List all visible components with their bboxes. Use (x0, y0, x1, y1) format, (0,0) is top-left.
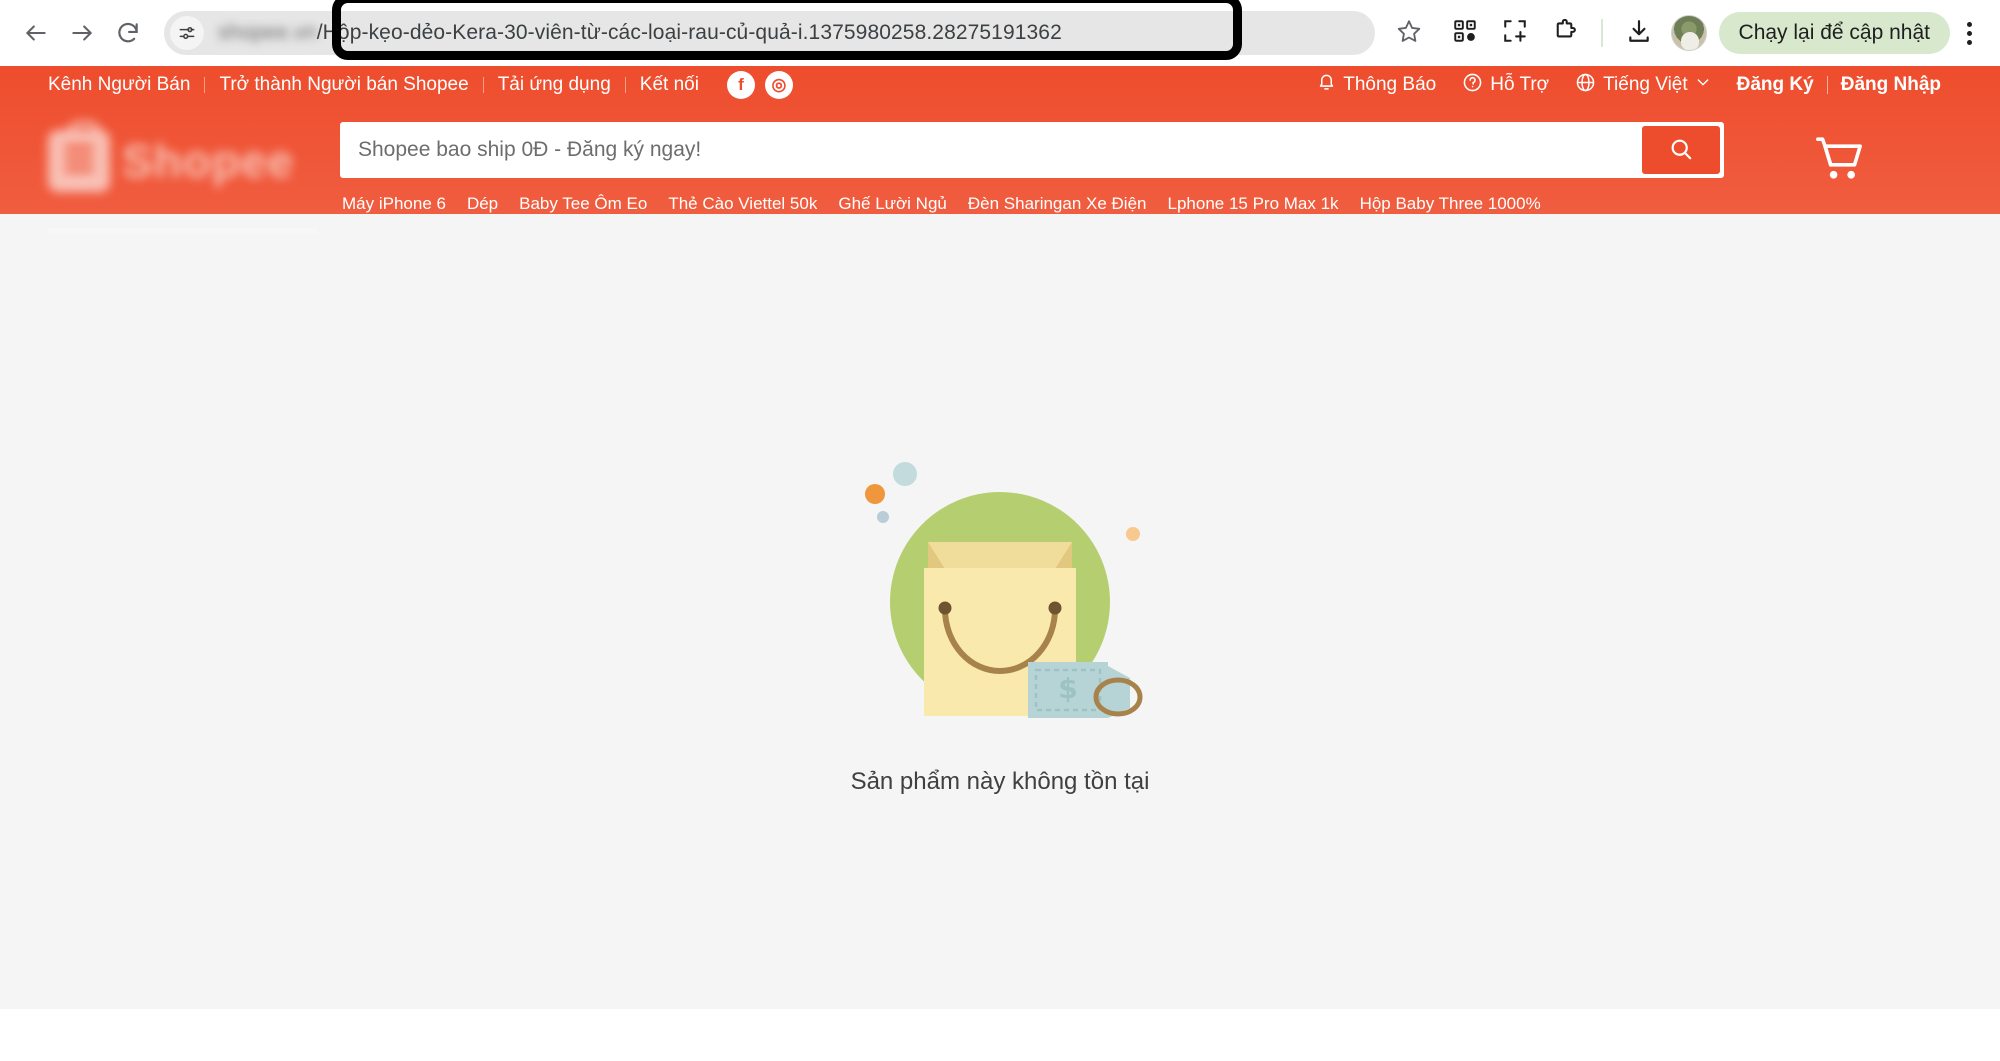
address-bar[interactable]: shopee.vn /Hộp-kẹo-dẻo-Kera-30-viên-từ-c… (164, 11, 1375, 55)
download-icon (1626, 18, 1652, 49)
top-nav-left-group: Kênh Người Bán Trở thành Người bán Shope… (48, 71, 793, 99)
shopee-header: Kênh Người Bán Trở thành Người bán Shope… (0, 66, 2000, 234)
downloads-button[interactable] (1615, 9, 1663, 57)
back-button[interactable] (14, 11, 58, 55)
search-icon (1668, 136, 1694, 165)
puzzle-piece-icon (1552, 18, 1578, 49)
instagram-icon[interactable]: ◎ (764, 71, 793, 99)
avatar[interactable] (1670, 15, 1707, 51)
empty-shopping-bag-illustration: $ (850, 444, 1150, 744)
dot (1966, 39, 1972, 45)
url-domain-blurred: shopee.vn (218, 21, 317, 44)
keyword-item[interactable]: Máy iPhone 6 (342, 194, 446, 214)
three-dot-menu-icon[interactable] (1952, 11, 1986, 55)
relaunch-update-label: Chạy lại để cập nhật (1738, 21, 1930, 44)
language-selector[interactable]: Tiếng Việt (1562, 72, 1724, 99)
arrow-left-icon (23, 20, 49, 46)
logo-loading-bar (48, 228, 318, 234)
qr-code-button[interactable] (1441, 9, 1489, 57)
extensions-button[interactable] (1541, 9, 1589, 57)
url-path: /Hộp-kẹo-dẻo-Kera-30-viên-từ-các-loại-ra… (316, 21, 1062, 44)
keyword-item[interactable]: Thẻ Cào Viettel 50k (668, 194, 817, 214)
browser-toolbar: shopee.vn /Hộp-kẹo-dẻo-Kera-30-viên-từ-c… (0, 0, 2000, 66)
notifications-label: Thông Báo (1343, 74, 1437, 95)
top-nav-right-group: Thông Báo Hỗ Trợ Tiếng Việt Đăng Ký Đăng… (1304, 72, 1954, 99)
search-bar[interactable] (340, 122, 1724, 178)
social-links: f ◎ (726, 71, 793, 99)
cart-button[interactable] (1724, 122, 1954, 191)
logo-row: Shopee (48, 121, 334, 192)
star-icon (1396, 18, 1422, 49)
site-settings-icon[interactable] (170, 16, 204, 50)
login-button[interactable]: Đăng Nhập (1828, 74, 1954, 96)
relaunch-update-button[interactable]: Chạy lại để cập nhật (1718, 12, 1950, 54)
empty-state-message: Sản phẩm này không tồn tại (850, 768, 1150, 795)
keyword-item[interactable]: Hộp Baby Three 1000% (1360, 194, 1541, 214)
notifications-button[interactable]: Thông Báo (1304, 73, 1449, 98)
dot (1966, 30, 1972, 36)
keyword-item[interactable]: Dép (467, 194, 498, 214)
language-label: Tiếng Việt (1603, 74, 1688, 95)
header-main-row: Shopee Máy iPhone 6 Dép Baby Tee Ôm Eo T… (0, 104, 2000, 234)
reload-button[interactable] (106, 11, 150, 55)
keyword-item[interactable]: Ghế Lười Ngủ (838, 194, 947, 214)
search-button[interactable] (1642, 126, 1720, 174)
arrow-right-icon (69, 20, 95, 46)
help-label: Hỗ Trợ (1490, 74, 1550, 95)
screen-capture-icon (1502, 18, 1528, 49)
globe-icon (1575, 72, 1596, 99)
signup-button[interactable]: Đăng Ký (1724, 74, 1827, 96)
search-section: Máy iPhone 6 Dép Baby Tee Ôm Eo Thẻ Cào … (334, 122, 1724, 214)
address-bar-text[interactable]: shopee.vn /Hộp-kẹo-dẻo-Kera-30-viên-từ-c… (204, 11, 1375, 55)
screen-capture-button[interactable] (1491, 9, 1539, 57)
chevron-down-icon (1695, 74, 1711, 96)
topnav-seller-channel[interactable]: Kênh Người Bán (48, 74, 204, 96)
reload-icon (115, 20, 141, 46)
topnav-become-seller[interactable]: Trở thành Người bán Shopee (205, 74, 482, 96)
facebook-icon[interactable]: f (726, 71, 755, 99)
shopping-cart-icon (1812, 132, 1866, 191)
shopee-logo[interactable]: Shopee (48, 121, 334, 234)
shopee-bag-logo-icon (48, 121, 110, 192)
trending-keywords: Máy iPhone 6 Dép Baby Tee Ôm Eo Thẻ Cào … (340, 194, 1724, 214)
dot (1966, 21, 1972, 27)
top-navigation-bar: Kênh Người Bán Trở thành Người bán Shope… (0, 66, 2000, 104)
topnav-connect-label: Kết nối (639, 74, 699, 95)
forward-button[interactable] (60, 11, 104, 55)
keyword-item[interactable]: Baby Tee Ôm Eo (519, 194, 647, 214)
shopee-logo-text: Shopee (122, 135, 295, 187)
keyword-item[interactable]: Đèn Sharingan Xe Điện (968, 194, 1147, 214)
topnav-download-app[interactable]: Tải ứng dụng (484, 74, 625, 96)
keyword-item[interactable]: Lphone 15 Pro Max 1k (1168, 194, 1339, 214)
svg-text:$: $ (1058, 672, 1077, 705)
qr-code-icon (1452, 18, 1478, 49)
toolbar-divider (1600, 19, 1603, 47)
bell-icon (1317, 73, 1336, 98)
bookmark-button[interactable] (1387, 11, 1431, 55)
question-circle-icon (1462, 72, 1483, 99)
help-button[interactable]: Hỗ Trợ (1449, 72, 1562, 99)
page-content: $ Sản phẩm này không tồn tại (0, 214, 2000, 1009)
search-input[interactable] (344, 138, 1642, 162)
